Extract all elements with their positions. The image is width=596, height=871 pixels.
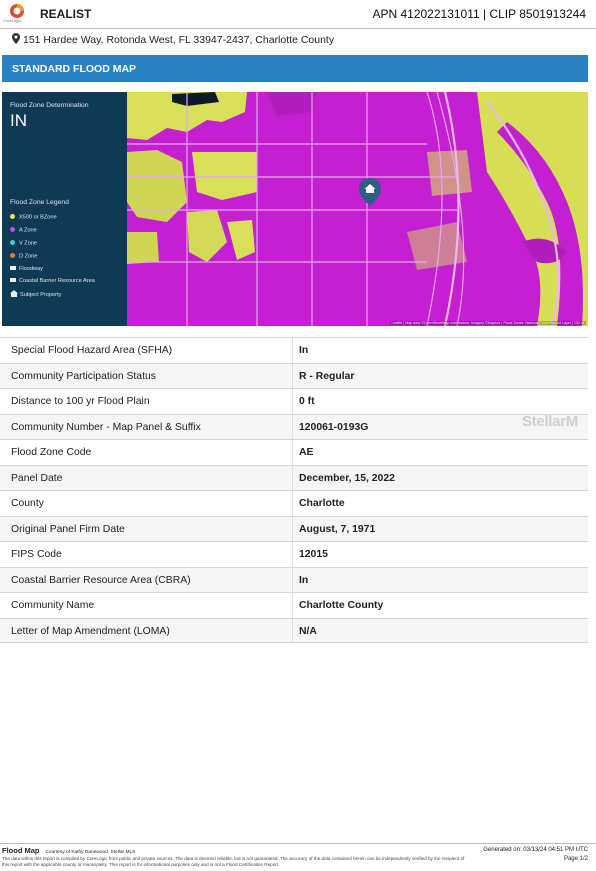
- row-label: County: [11, 498, 44, 509]
- legend-title: Flood Zone Legend: [10, 199, 69, 206]
- flood-zone-map-image: [127, 92, 588, 326]
- header-divider: [0, 28, 596, 29]
- row-value: 120061-0193G: [299, 421, 369, 433]
- cbra-swatch-icon: [10, 278, 16, 282]
- legend-item-a-zone: A Zone: [10, 227, 37, 234]
- section-banner: STANDARD FLOOD MAP: [2, 55, 588, 82]
- legend-item-d-zone: D Zone: [10, 253, 37, 260]
- table-row: Letter of Map Amendment (LOMA) N/A: [0, 617, 588, 643]
- footer-divider: [0, 843, 596, 844]
- logo-caption: CoreLogic: [3, 18, 22, 23]
- yellow-dot-icon: [10, 214, 15, 219]
- row-label: Original Panel Firm Date: [11, 523, 125, 535]
- row-value: August, 7, 1971: [299, 523, 376, 535]
- page-number: Page 1/2: [563, 856, 588, 862]
- row-label: Flood Zone Code: [11, 447, 92, 458]
- table-row: Community Name Charlotte County: [0, 592, 588, 618]
- map-legend-panel: Flood Zone Determination IN Flood Zone L…: [2, 92, 127, 326]
- row-value: 0 ft: [299, 396, 315, 407]
- legend-item-v-zone: V Zone: [10, 240, 37, 247]
- row-value: Charlotte: [299, 498, 345, 509]
- address-text: 151 Hardee Way, Rotonda West, FL 33947-2…: [23, 34, 335, 46]
- row-label: Community Participation Status: [11, 370, 156, 382]
- legend-item-subject-property: Subject Property: [10, 290, 61, 298]
- property-address: 151 Hardee Way, Rotonda West, FL 33947-2…: [12, 33, 334, 46]
- footer-disclaimer: The data within this report is compiled …: [2, 856, 465, 867]
- row-label: Panel Date: [11, 472, 63, 484]
- floodway-swatch-icon: [10, 266, 16, 270]
- determination-label: Flood Zone Determination: [10, 102, 89, 109]
- row-label: Coastal Barrier Resource Area (CBRA): [11, 574, 191, 586]
- row-value: In: [299, 345, 309, 356]
- row-value: In: [299, 574, 309, 586]
- row-value: AE: [299, 447, 314, 458]
- generated-date: Generated on: 03/13/24 04:51 PM UTC: [483, 847, 588, 853]
- house-icon: [10, 290, 18, 297]
- footer-meta: Generated on: 03/13/24 04:51 PM UTC Page…: [483, 846, 588, 864]
- table-row: Coastal Barrier Resource Area (CBRA) In: [0, 566, 588, 592]
- legend-item-floodway: Floodway: [10, 266, 43, 272]
- row-value: 12015: [299, 549, 328, 560]
- table-row: County Charlotte: [0, 490, 588, 516]
- table-row: Special Flood Hazard Area (SFHA) In: [0, 337, 588, 363]
- flood-details-table: Special Flood Hazard Area (SFHA) In Commu…: [0, 337, 588, 643]
- row-label: Distance to 100 yr Flood Plain: [11, 396, 150, 407]
- orange-dot-icon: [10, 253, 15, 258]
- brand-name: REALIST: [40, 7, 92, 21]
- table-row: FIPS Code 12015: [0, 541, 588, 567]
- apn-clip: APN 412022131011 | CLIP 8501913244: [372, 7, 586, 21]
- table-row: Community Number - Map Panel & Suffix 120…: [0, 413, 588, 439]
- row-label: Community Number - Map Panel & Suffix: [11, 421, 201, 433]
- legend-item-cbra: Coastal Barrier Resource Area: [10, 278, 95, 284]
- flood-map: Flood Zone Determination IN Flood Zone L…: [2, 92, 588, 326]
- row-label: Letter of Map Amendment (LOMA): [11, 625, 170, 637]
- cyan-dot-icon: [10, 240, 15, 245]
- table-row: Community Participation Status R - Regula…: [0, 362, 588, 388]
- legend-item-x500: X500 or BZone: [10, 214, 57, 221]
- row-value: December, 15, 2022: [299, 472, 395, 484]
- row-label: Special Flood Hazard Area (SFHA): [11, 345, 173, 356]
- row-label: Community Name: [11, 600, 95, 611]
- table-row: Distance to 100 yr Flood Plain 0 ft: [0, 388, 588, 414]
- stellar-watermark: StellarM: [522, 413, 578, 430]
- footer-title: Flood Map: [2, 846, 40, 855]
- determination-value: IN: [10, 111, 27, 130]
- row-value: N/A: [299, 625, 317, 637]
- table-row: Original Panel Firm Date August, 7, 1971: [0, 515, 588, 541]
- table-row: Flood Zone Code AE: [0, 439, 588, 465]
- report-header: CoreLogic REALIST APN 412022131011 | CLI…: [0, 0, 596, 30]
- footer-courtesy: Courtesy of Kathy Danewood, Stellar MLS: [45, 850, 136, 855]
- map-pin-icon: [12, 33, 20, 44]
- purple-dot-icon: [10, 227, 15, 232]
- footer-title-block: Flood Map Courtesy of Kathy Danewood, St…: [2, 846, 135, 855]
- row-value: Charlotte County: [299, 600, 384, 611]
- row-value: R - Regular: [299, 370, 355, 382]
- map-attribution: Leaflet | Map data ©OpenStreetMap contri…: [389, 321, 586, 325]
- row-label: FIPS Code: [11, 549, 62, 560]
- section-title: STANDARD FLOOD MAP: [12, 63, 137, 75]
- table-row: Panel Date December, 15, 2022: [0, 464, 588, 490]
